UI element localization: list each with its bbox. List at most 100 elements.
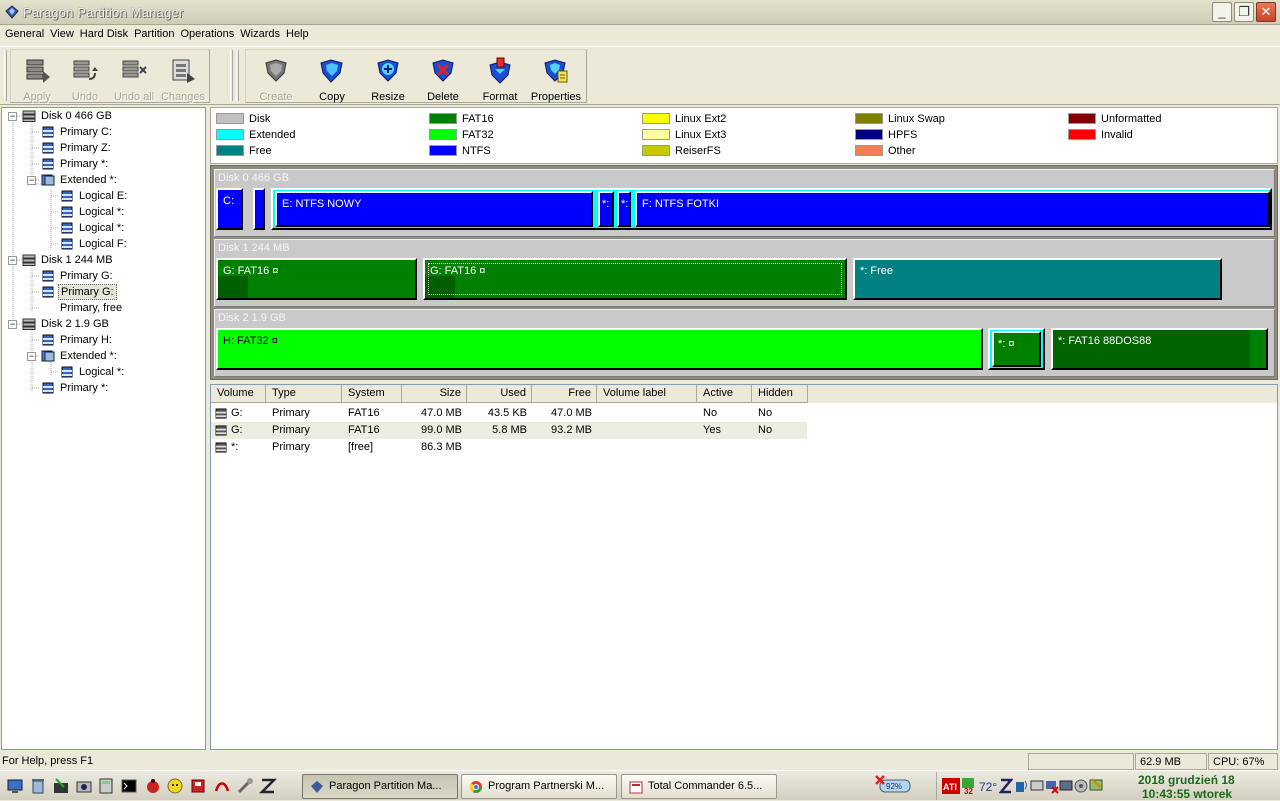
menu-help[interactable]: Help [281, 26, 309, 40]
format-button[interactable]: Format [473, 51, 527, 103]
toolbar-grip[interactable] [230, 50, 233, 101]
column-hidden[interactable]: Hidden [752, 385, 808, 403]
task-total-commander[interactable]: Total Commander 6.5... [621, 774, 777, 799]
tree-node-primary[interactable]: Primary *: [2, 156, 202, 172]
media-icon[interactable] [189, 777, 207, 795]
undo-button[interactable]: Undo [58, 51, 112, 103]
calculator-icon[interactable] [97, 777, 115, 795]
camera-icon[interactable] [75, 777, 93, 795]
tree-node-primary[interactable]: Primary *: [2, 380, 202, 396]
menu-wizards[interactable]: Wizards [235, 26, 280, 40]
clock-date[interactable]: 2018 grudzień 18 [1138, 773, 1235, 787]
column-type[interactable]: Type [266, 385, 342, 403]
tree-node-disk-0-466-gb[interactable]: − Disk 0 466 GB [2, 108, 202, 124]
toolbar-grip[interactable] [236, 50, 239, 101]
task-browser[interactable]: Program Partnerski M... [461, 774, 617, 799]
changes-button[interactable]: Changes [156, 51, 210, 103]
menu-operations[interactable]: Operations [175, 26, 234, 40]
column-system[interactable]: System [342, 385, 402, 403]
partition-block[interactable]: F: NTFS FOTKI [635, 191, 1270, 227]
task-paragon[interactable]: Paragon Partition Ma... [302, 774, 458, 799]
menu-hard-disk[interactable]: Hard Disk [75, 26, 128, 40]
table-row[interactable]: G: Primary FAT16 47.0 MB 43.5 KB 47.0 MB No No [211, 405, 807, 422]
undo-all-button[interactable]: Undo all [107, 51, 161, 103]
tree-collapse-toggle[interactable]: − [8, 320, 17, 329]
table-row[interactable]: G: Primary FAT16 99.0 MB 5.8 MB 93.2 MB Yes No [211, 422, 807, 439]
tree-node-logical[interactable]: Logical *: [2, 204, 202, 220]
create-button[interactable]: Create [249, 51, 303, 103]
partition-block[interactable]: E: NTFS NOWY [275, 191, 593, 227]
partition-block[interactable]: *: [617, 191, 631, 227]
tree-collapse-toggle[interactable]: − [8, 256, 17, 265]
tools-icon[interactable] [236, 777, 254, 795]
partition-block[interactable]: H: FAT32 ¤ [216, 328, 983, 370]
z-app-icon[interactable] [259, 777, 277, 795]
resize-button[interactable]: Resize [361, 51, 415, 103]
toolbar-grip[interactable] [4, 50, 7, 101]
column-used[interactable]: Used [467, 385, 532, 403]
bug-icon[interactable] [144, 777, 162, 795]
extended-partition-block[interactable]: *: ¤ [988, 328, 1045, 370]
disk-map-row-2[interactable]: Disk 2 1.9 GB H: FAT32 ¤ *: ¤ *: FAT16 8… [214, 309, 1275, 377]
tree-node-primary-free[interactable]: Primary, free [2, 300, 202, 316]
desktop-icon[interactable] [6, 777, 24, 795]
z-tray-icon[interactable] [999, 778, 1013, 794]
clock-time[interactable]: 10:43:55 wtorek [1142, 787, 1232, 801]
properties-button[interactable]: Properties [529, 51, 583, 103]
copy-button[interactable]: Copy [305, 51, 359, 103]
tree-node-logical[interactable]: Logical *: [2, 220, 202, 236]
update-tray-icon[interactable] [1089, 776, 1103, 794]
column-volume[interactable]: Volume [211, 385, 266, 403]
disk-tray-icon[interactable] [1074, 778, 1088, 794]
disk-map-row-1[interactable]: Disk 1 244 MB G: FAT16 ¤ G: FAT16 ¤ *: F… [214, 239, 1275, 307]
menu-partition[interactable]: Partition [129, 26, 174, 40]
column-free[interactable]: Free [532, 385, 597, 403]
partition-block[interactable]: C: [216, 188, 243, 230]
partition-block[interactable]: *: FAT16 88DOS88 [1051, 328, 1268, 370]
partition-block[interactable] [253, 188, 265, 230]
tree-node-logical[interactable]: Logical *: [2, 364, 202, 380]
messenger-icon[interactable] [166, 777, 184, 795]
close-button[interactable]: ✕ [1256, 2, 1276, 22]
explorer-icon[interactable] [52, 777, 70, 795]
partition-block[interactable]: G: FAT16 ¤ [216, 258, 417, 300]
tree-node-logical-f[interactable]: Logical F: [2, 236, 202, 252]
tree-node-primary-h[interactable]: Primary H: [2, 332, 202, 348]
partition-block-selected[interactable]: G: FAT16 ¤ [423, 258, 847, 300]
apply-button[interactable]: Apply [10, 51, 64, 103]
free-space-block[interactable]: *: Free [853, 258, 1222, 300]
tree-node-disk-1-244-mb[interactable]: − Disk 1 244 MB [2, 252, 202, 268]
tree-node-extended[interactable]: − Extended *: [2, 172, 202, 188]
wireless-icon[interactable] [1014, 778, 1028, 794]
table-row[interactable]: *: Primary [free] 86.3 MB [211, 439, 807, 456]
tree-collapse-toggle[interactable]: − [27, 352, 36, 361]
tree-collapse-toggle[interactable]: − [27, 176, 36, 185]
network-disconnected-icon[interactable] [1045, 778, 1059, 794]
display-icon[interactable] [1030, 778, 1044, 794]
disk-tree-panel[interactable]: − Disk 0 466 GB Primary C: Primary Z: Primar… [1, 107, 206, 750]
extended-partition-block[interactable]: E: NTFS NOWY *: *: F: NTFS FOTKI [271, 188, 1272, 230]
tree-node-primary-c[interactable]: Primary C: [2, 124, 202, 140]
tree-node-primary-g[interactable]: Primary G: [2, 284, 202, 300]
delete-button[interactable]: Delete [416, 51, 470, 103]
tree-node-primary-g[interactable]: Primary G: [2, 268, 202, 284]
maximize-button[interactable]: ❐ [1234, 2, 1254, 22]
partition-list[interactable]: Volume Type System Size Used Free Volume… [210, 384, 1278, 750]
tree-node-primary-z[interactable]: Primary Z: [2, 140, 202, 156]
partition-block[interactable]: *: [598, 191, 614, 227]
menu-general[interactable]: General [0, 26, 44, 40]
tree-collapse-toggle[interactable]: − [8, 112, 17, 121]
tree-node-disk-2-1-9-gb[interactable]: − Disk 2 1.9 GB [2, 316, 202, 332]
minimize-button[interactable]: _ [1212, 2, 1232, 22]
column-active[interactable]: Active [697, 385, 752, 403]
title-bar[interactable]: Paragon Partition Manager _ ❐ ✕ [0, 0, 1280, 25]
acrobat-icon[interactable] [213, 777, 231, 795]
disk-map-row-0[interactable]: Disk 0 466 GB C: E: NTFS NOWY *: *: F: N… [214, 169, 1275, 237]
menu-view[interactable]: View [45, 26, 74, 40]
column-volume-label[interactable]: Volume label [597, 385, 697, 403]
terminal-icon[interactable] [120, 777, 138, 795]
tree-node-extended[interactable]: − Extended *: [2, 348, 202, 364]
monitor-icon[interactable] [1059, 778, 1073, 794]
tree-node-logical-e[interactable]: Logical E: [2, 188, 202, 204]
column-size[interactable]: Size [402, 385, 467, 403]
